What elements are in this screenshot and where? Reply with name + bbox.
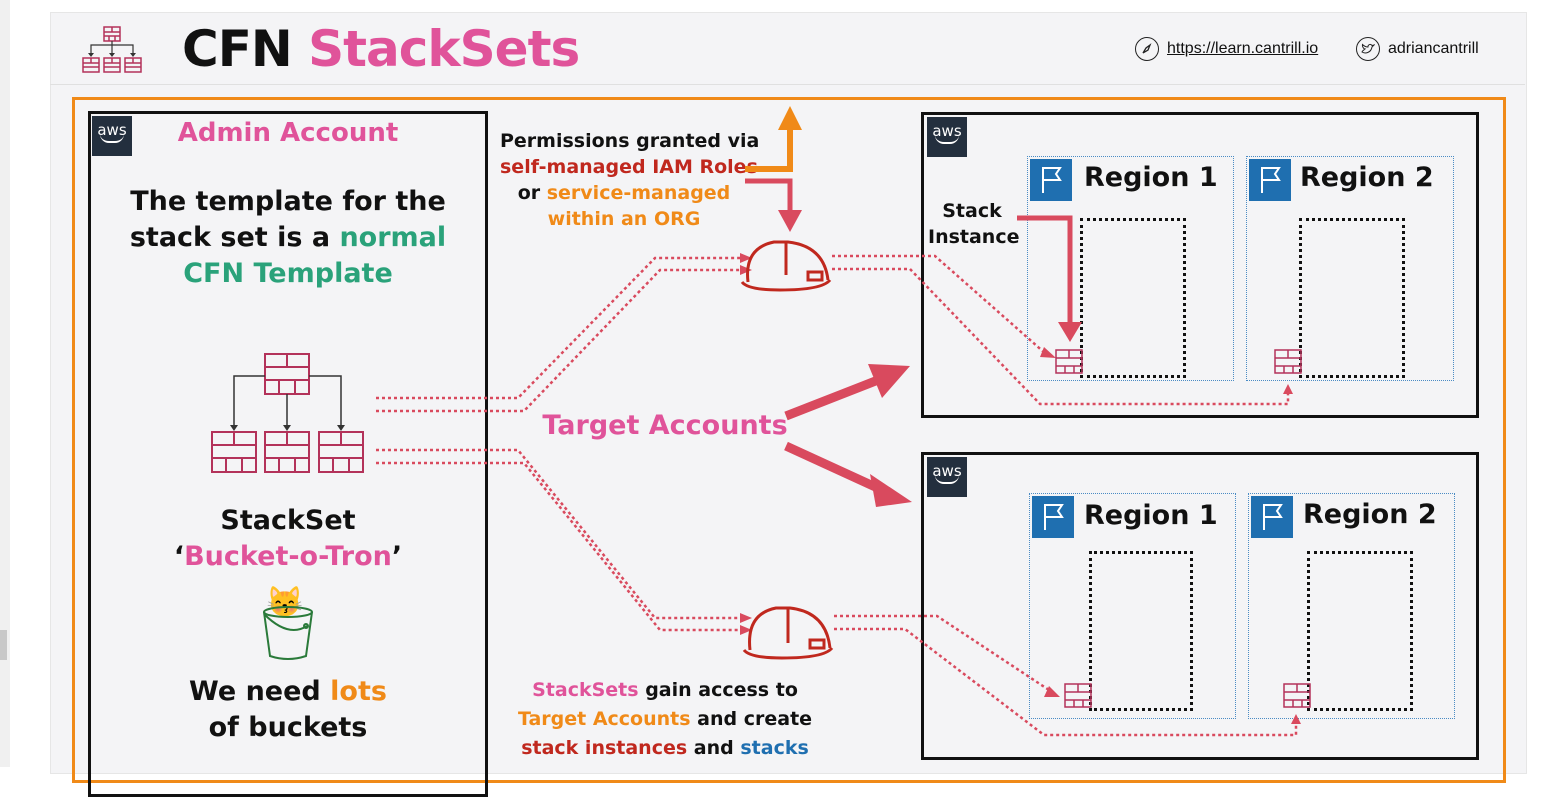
stackset-template-icon [211,353,364,473]
flag-icon [1251,496,1293,538]
stack-placeholder [1299,218,1405,378]
stack-placeholder [1307,551,1413,711]
left-scroll-strip [0,0,10,767]
region-2-label: Region 2 [1300,162,1434,193]
permissions-text: Permissions granted via self-managed IAM… [500,130,760,230]
stack-instance-label: Stack Instance [928,200,1020,248]
website-link[interactable]: https://learn.cantrill.io [1135,36,1318,62]
region-1-label: Region 1 [1084,500,1218,531]
twitter-icon [1356,37,1380,61]
page-title: CFN StackSets [182,20,580,78]
twitter-handle-text[interactable]: adriancantrill [1388,40,1479,58]
buckets-requirement: We need lots of buckets [189,676,387,743]
flag-icon [1030,159,1072,201]
website-link-text[interactable]: https://learn.cantrill.io [1167,40,1318,58]
admin-account-title: Admin Account [177,118,399,148]
region-2-label: Region 2 [1303,499,1437,530]
flag-icon [1249,159,1291,201]
stackset-label: StackSet ‘Bucket-o-Tron’ [173,505,403,572]
compass-icon [1135,37,1159,61]
stack-placeholder [1089,551,1193,711]
stackset-logo-icon [82,26,142,73]
aws-logo-icon: aws [927,117,967,157]
bucket-icon [263,606,313,660]
twitter-handle[interactable]: adriancantrill [1356,36,1479,62]
scroll-handle[interactable] [0,630,7,660]
aws-logo-icon: aws [927,457,967,497]
template-description: The template for the stack set is a norm… [129,186,447,289]
stacksets-access-text: StackSets gain access to Target Accounts… [517,679,813,759]
region-1-label: Region 1 [1084,162,1218,193]
stack-placeholder [1080,218,1186,378]
target-accounts-label: Target Accounts [542,410,788,441]
flag-icon [1032,496,1074,538]
